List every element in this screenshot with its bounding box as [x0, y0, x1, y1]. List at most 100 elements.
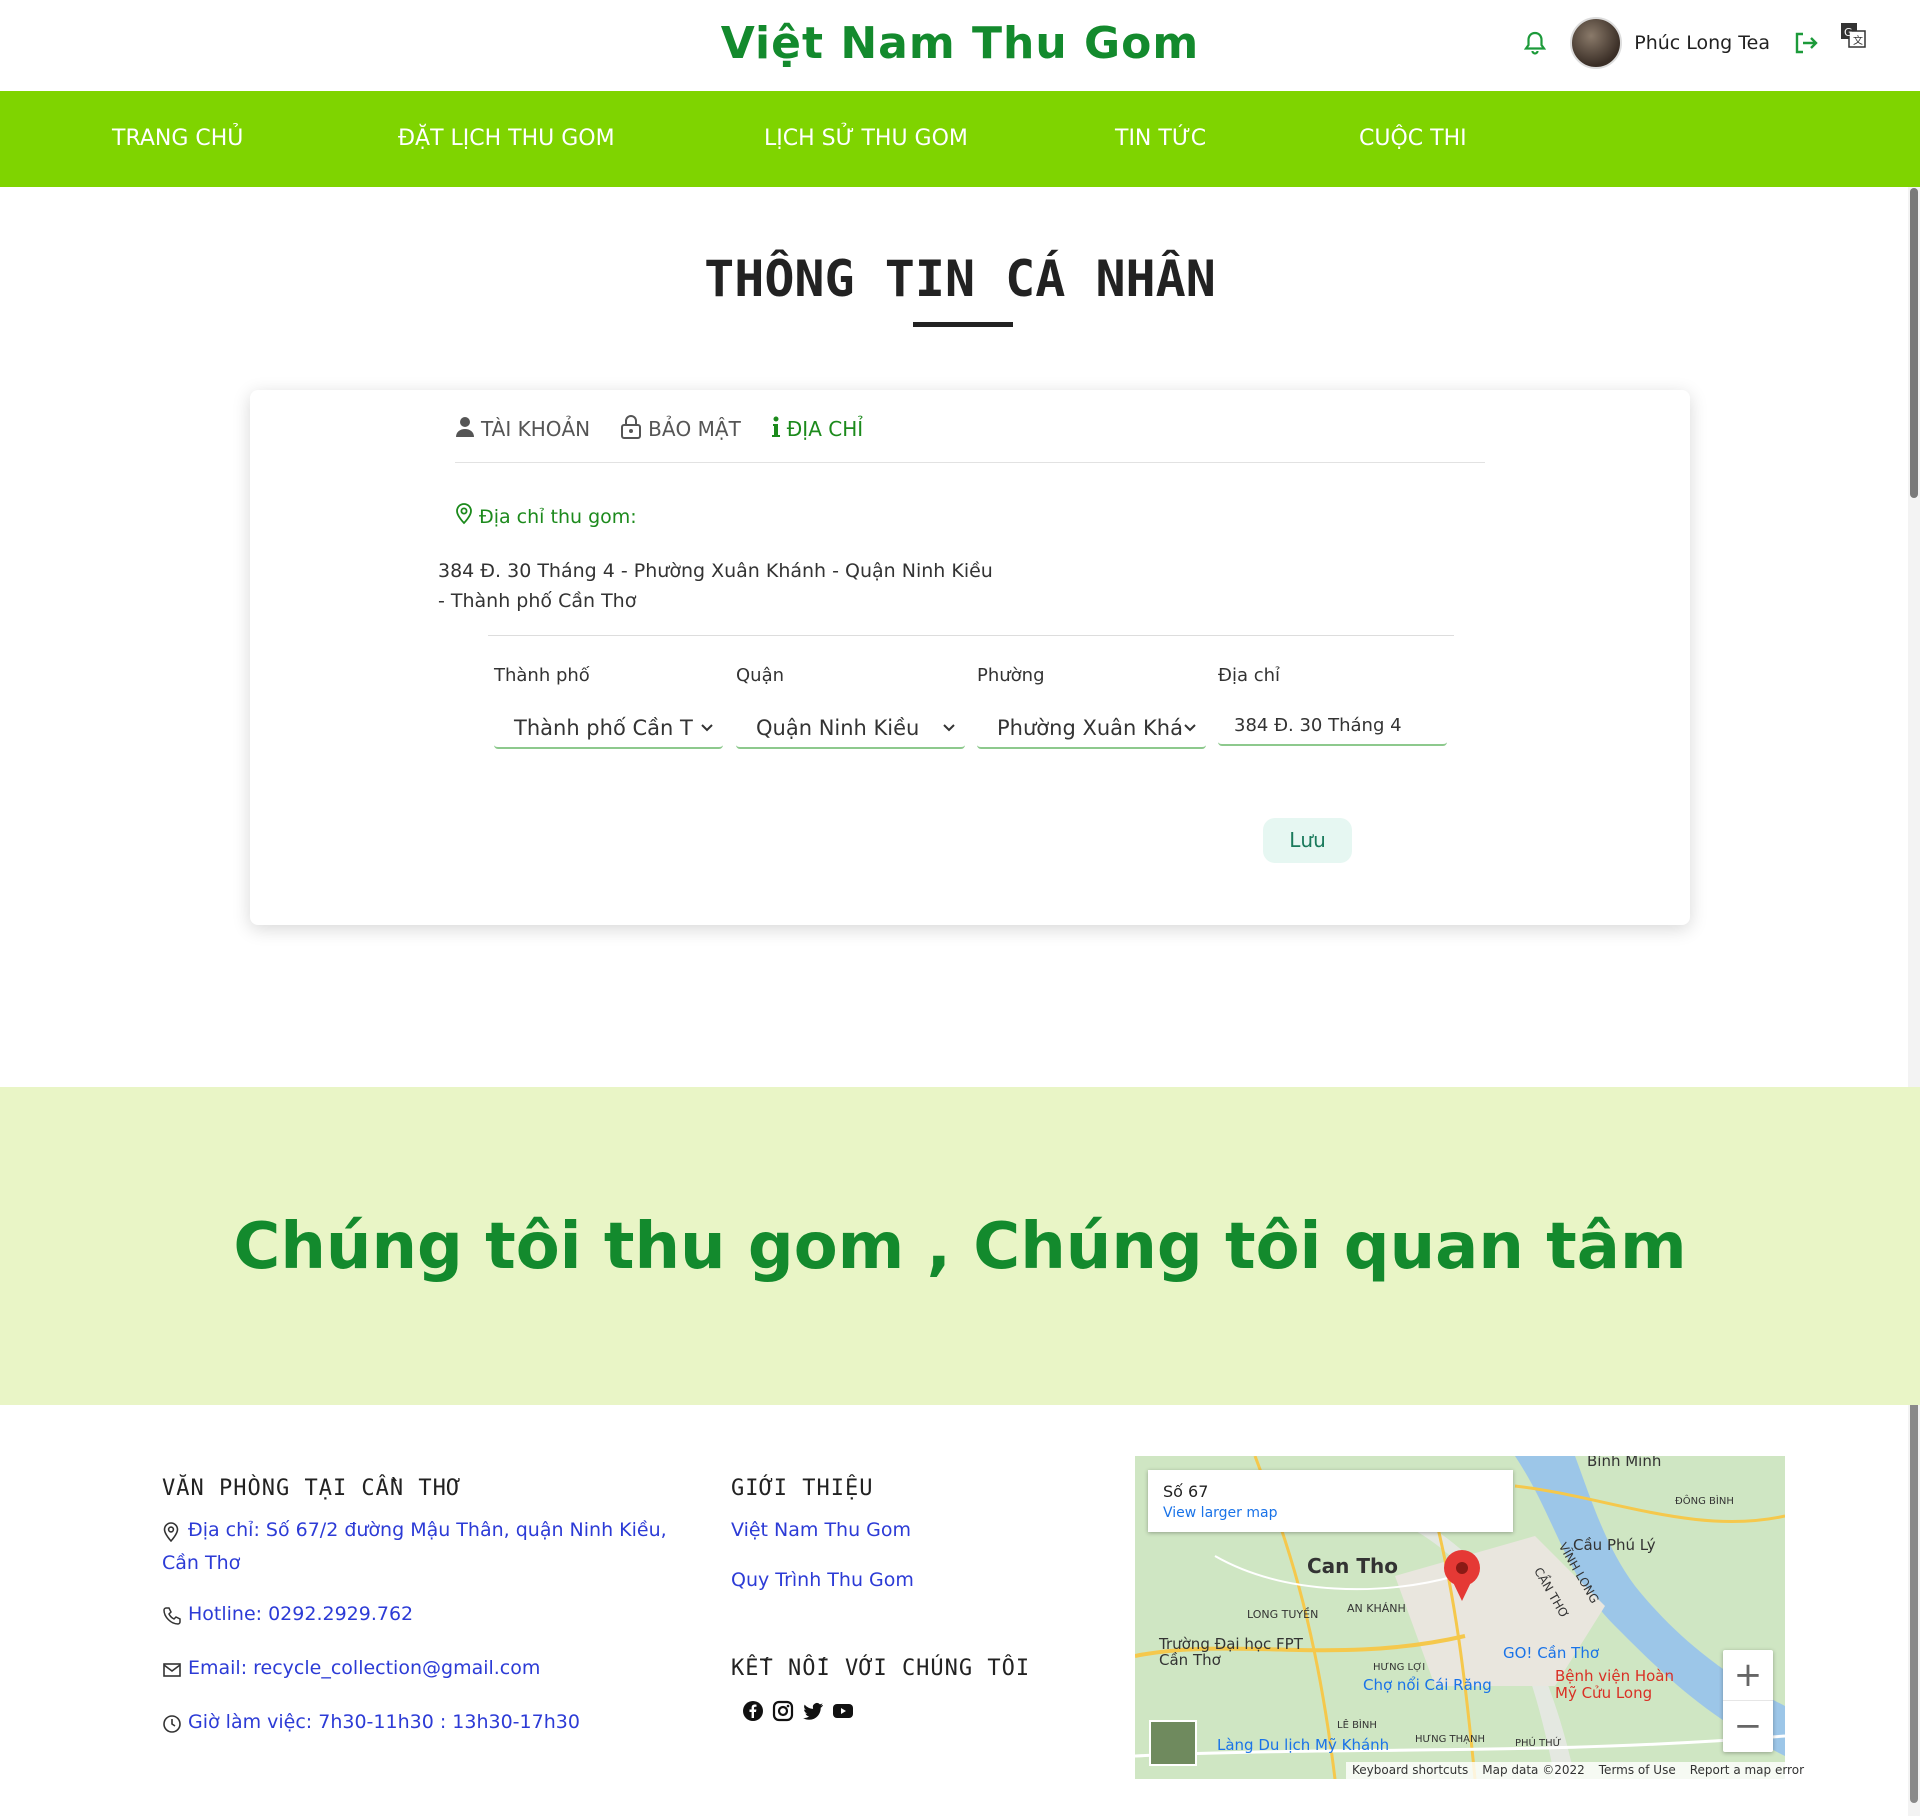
- nav-contest[interactable]: CUỘC THI: [1359, 91, 1467, 187]
- map-place-name: Số 67: [1163, 1482, 1209, 1501]
- map-label-dong-binh: ĐÔNG BÌNH: [1675, 1496, 1734, 1507]
- top-header: Việt Nam Thu Gom Phúc Long Tea G文: [0, 0, 1920, 91]
- city-select-value: Thành phố Cần T: [514, 716, 693, 740]
- nav-schedule-collection[interactable]: ĐẶT LỊCH THU GOM: [398, 91, 615, 187]
- title-underline: [913, 322, 1013, 327]
- map-info-card: Số 67 View larger map: [1148, 1470, 1513, 1532]
- email-text: Email: recycle_collection@gmail.com: [188, 1657, 541, 1679]
- ward-select-value: Phường Xuân Khá: [997, 716, 1183, 740]
- avatar[interactable]: [1570, 17, 1623, 69]
- email-link[interactable]: Email: recycle_collection@gmail.com: [162, 1652, 540, 1685]
- about-link-vietnam-thu-gom[interactable]: Việt Nam Thu Gom: [731, 1514, 911, 1547]
- map-zoom-controls: + −: [1723, 1650, 1773, 1752]
- map-label-hung-thanh: HƯNG THẠNH: [1415, 1734, 1485, 1745]
- map-label-cau-phu-ly: Cầu Phú Lý: [1573, 1536, 1656, 1554]
- map-label-le-binh: LÊ BÌNH: [1337, 1720, 1377, 1731]
- about-link-process[interactable]: Quy Trình Thu Gom: [731, 1564, 914, 1597]
- bell-icon[interactable]: [1518, 26, 1552, 60]
- map-label-long-tuyen: LONG TUYỀN: [1247, 1608, 1319, 1621]
- keyboard-shortcuts-link[interactable]: Keyboard shortcuts: [1352, 1762, 1468, 1779]
- about-heading: GIỚI THIỆU: [731, 1476, 874, 1501]
- youtube-icon[interactable]: [832, 1700, 854, 1722]
- user-name[interactable]: Phúc Long Tea: [1634, 32, 1770, 54]
- profile-tabs: TÀI KHOẢN BẢO MẬT ĐỊA CHỈ: [455, 410, 1485, 463]
- user-area: Phúc Long Tea G文: [1518, 17, 1866, 69]
- slogan: Chúng tôi thu gom , Chúng tôi quan tâm: [233, 1210, 1687, 1284]
- tab-address[interactable]: ĐỊA CHỈ: [771, 410, 863, 448]
- chevron-down-icon: [943, 724, 955, 732]
- nav-collection-history[interactable]: LỊCH SỬ THU GOM: [764, 91, 968, 187]
- profile-card: [250, 390, 1690, 925]
- city-label: Thành phố: [494, 665, 590, 686]
- page-title: THÔNG TIN CÁ NHÂN: [704, 250, 1216, 308]
- district-label: Quận: [736, 665, 785, 686]
- phone-icon: [162, 1604, 182, 1625]
- ward-label: Phường: [977, 665, 1045, 686]
- map-label-can-tho: Can Tho: [1307, 1554, 1398, 1578]
- collection-address-label: Địa chỉ thu gom:: [455, 503, 637, 530]
- divider: [488, 635, 1454, 636]
- street-address-field: Địa chỉ 384 Đ. 30 Tháng 4: [1218, 665, 1447, 746]
- office-address[interactable]: Địa chỉ: Số 67/2 đường Mậu Thân, quận Ni…: [162, 1514, 672, 1580]
- lock-icon: [620, 414, 642, 445]
- tab-address-label: ĐỊA CHỈ: [786, 417, 864, 441]
- collection-address-label-text: Địa chỉ thu gom:: [479, 505, 637, 528]
- tab-security-label: BẢO MẬT: [648, 417, 741, 441]
- terms-link[interactable]: Terms of Use: [1599, 1762, 1676, 1779]
- hotline-text: Hotline: 0292.2929.762: [188, 1603, 414, 1625]
- hotline-link[interactable]: Hotline: 0292.2929.762: [162, 1598, 413, 1631]
- social-icons: [742, 1700, 854, 1722]
- mail-icon: [162, 1658, 182, 1678]
- current-address: 384 Đ. 30 Tháng 4 - Phường Xuân Khánh - …: [438, 560, 993, 612]
- ward-field: Phường Phường Xuân Khá: [977, 665, 1206, 749]
- district-select-value: Quận Ninh Kiều: [756, 716, 920, 740]
- report-map-error-link[interactable]: Report a map error: [1690, 1762, 1804, 1779]
- chevron-down-icon: [701, 724, 713, 732]
- map-label-go-can-tho: GO! Cần Thơ: [1503, 1644, 1599, 1662]
- zoom-in-button[interactable]: +: [1723, 1650, 1773, 1701]
- save-button[interactable]: Lưu: [1263, 818, 1352, 863]
- ward-select[interactable]: Phường Xuân Khá: [977, 709, 1206, 749]
- working-hours-text: Giờ làm việc: 7h30-11h30 : 13h30-17h30: [188, 1711, 580, 1733]
- office-heading: VĂN PHÒNG TẠI CẦN THƠ: [162, 1476, 462, 1501]
- svg-text:G: G: [1844, 26, 1853, 39]
- map-data-text: Map data ©2022: [1482, 1763, 1585, 1777]
- working-hours: Giờ làm việc: 7h30-11h30 : 13h30-17h30: [162, 1706, 580, 1739]
- map-label-binh-minh: Bình Minh: [1587, 1456, 1662, 1470]
- city-select[interactable]: Thành phố Cần T: [494, 709, 723, 749]
- user-icon: [455, 416, 475, 443]
- map-label-fpt-university: Trường Đại học FPT Cần Thơ: [1159, 1635, 1303, 1669]
- chevron-down-icon: [1184, 724, 1196, 732]
- office-address-text: Địa chỉ: Số 67/2 đường Mậu Thân, quận Ni…: [162, 1519, 667, 1574]
- zoom-out-button[interactable]: −: [1723, 1701, 1773, 1752]
- map-label-cho-noi-cai-rang: Chợ nổi Cái Răng: [1363, 1676, 1492, 1694]
- tab-security[interactable]: BẢO MẬT: [620, 410, 741, 448]
- street-address-label: Địa chỉ: [1218, 665, 1281, 686]
- map-attribution: Keyboard shortcuts Map data ©2022 Terms …: [1346, 1762, 1811, 1779]
- twitter-icon[interactable]: [802, 1700, 824, 1722]
- facebook-icon[interactable]: [742, 1700, 764, 1722]
- map-label-my-khanh: Làng Du lịch Mỹ Khánh: [1217, 1736, 1390, 1754]
- satellite-thumbnail[interactable]: [1149, 1720, 1197, 1766]
- nav-home[interactable]: TRANG CHỦ: [112, 91, 243, 187]
- district-field: Quận Quận Ninh Kiều: [736, 665, 965, 749]
- info-icon: [771, 416, 781, 443]
- nav-news[interactable]: TIN TỨC: [1115, 91, 1206, 187]
- map-label-phu-thu: PHÚ THỨ: [1515, 1738, 1562, 1749]
- logout-icon[interactable]: [1792, 29, 1820, 57]
- city-field: Thành phố Thành phố Cần T: [494, 665, 723, 749]
- instagram-icon[interactable]: [772, 1700, 794, 1722]
- translate-icon[interactable]: G文: [1840, 22, 1866, 48]
- street-address-input[interactable]: 384 Đ. 30 Tháng 4: [1218, 709, 1447, 746]
- scrollbar-thumb[interactable]: [1910, 188, 1918, 498]
- clock-icon: [162, 1712, 182, 1733]
- view-larger-map-link[interactable]: View larger map: [1163, 1505, 1277, 1521]
- tab-account[interactable]: TÀI KHOẢN: [455, 410, 590, 448]
- connect-heading: KẾT NỐI VỚI CHÚNG TÔI: [731, 1656, 1031, 1681]
- map-label-an-khanh: AN KHÁNH: [1347, 1602, 1406, 1615]
- map-label-hung-loi: HƯNG LỢI: [1373, 1662, 1426, 1673]
- district-select[interactable]: Quận Ninh Kiều: [736, 709, 965, 749]
- map-label-hoan-my-hospital: Bệnh viện Hoàn Mỹ Cửu Long: [1555, 1667, 1675, 1702]
- main-nav: TRANG CHỦ ĐẶT LỊCH THU GOM LỊCH SỬ THU G…: [0, 91, 1920, 187]
- tab-account-label: TÀI KHOẢN: [481, 417, 591, 441]
